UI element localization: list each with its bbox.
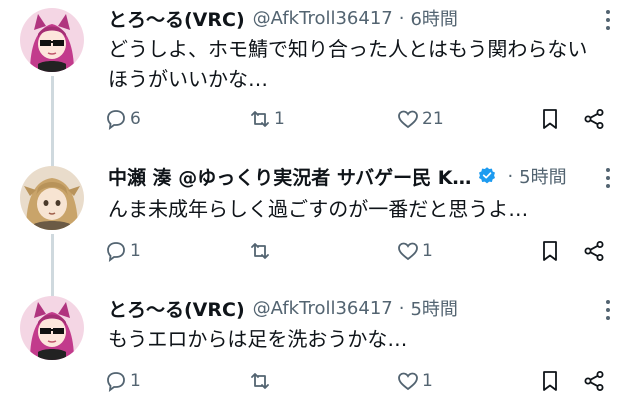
- tweet-text-line: ほうがいいかな…: [108, 67, 268, 91]
- tweet-header: 中瀬 湊 @ゆっくり実況者 サバゲー民 K… · 5時間: [108, 162, 600, 190]
- tweet-text: もうエロからは足を洗おうかな…: [108, 324, 620, 354]
- tweet-text: どうしよ、ホモ鯖で知り合った人とはもう関わらない ほうがいいかな…: [108, 34, 620, 94]
- bookmark-icon: [543, 241, 557, 261]
- avatar[interactable]: [20, 296, 84, 360]
- action-bar: 1 1: [104, 236, 624, 266]
- separator-dot: ·: [398, 7, 405, 29]
- more-icon[interactable]: [604, 168, 612, 194]
- share-icon: [584, 109, 604, 129]
- more-icon[interactable]: [604, 300, 612, 326]
- avatar-image: [20, 8, 84, 72]
- bookmark-icon: [543, 371, 557, 391]
- share-icon: [584, 241, 604, 261]
- reply-button[interactable]: 6: [104, 104, 141, 134]
- tweet-text-line: もうエロからは足を洗おうかな…: [108, 327, 408, 351]
- share-icon: [584, 371, 604, 391]
- bookmark-icon: [543, 109, 557, 129]
- retweet-button[interactable]: [248, 366, 274, 396]
- like-button[interactable]: 21: [396, 104, 444, 134]
- bookmark-button[interactable]: [538, 236, 562, 266]
- tweet-text-line: どうしよ、ホモ鯖で知り合った人とはもう関わらない: [108, 37, 588, 61]
- verified-badge-icon: [479, 167, 496, 184]
- tweet-text-line: んま未成年らしく過ごすのが一番だと思うよ…: [108, 197, 529, 221]
- reply-icon: [107, 372, 125, 392]
- like-icon: [398, 110, 418, 129]
- like-count: 21: [422, 109, 444, 129]
- display-name[interactable]: とろ〜る(VRC): [108, 295, 245, 322]
- share-button[interactable]: [582, 104, 606, 134]
- user-handle[interactable]: @AfkTroll36417: [253, 8, 393, 29]
- retweet-icon: [251, 111, 269, 127]
- tweet-text: んま未成年らしく過ごすのが一番だと思うよ…: [108, 194, 620, 224]
- like-count: 1: [422, 371, 433, 391]
- reply-count: 1: [130, 371, 141, 391]
- display-name[interactable]: とろ〜る(VRC): [108, 5, 245, 32]
- action-bar: 6 1 21: [104, 104, 624, 134]
- reply-count: 6: [130, 109, 141, 129]
- tweet-header: とろ〜る(VRC) @AfkTroll36417 · 5時間: [108, 294, 600, 322]
- avatar-image: [20, 166, 84, 230]
- reply-count: 1: [130, 241, 141, 261]
- reply-button[interactable]: 1: [104, 366, 141, 396]
- retweet-icon: [251, 373, 269, 389]
- like-button[interactable]: 1: [396, 366, 433, 396]
- tweet-header: とろ〜る(VRC) @AfkTroll36417 · 6時間: [108, 4, 600, 32]
- user-handle[interactable]: @AfkTroll36417: [253, 298, 393, 319]
- share-button[interactable]: [582, 366, 606, 396]
- like-count: 1: [422, 241, 433, 261]
- action-bar: 1 1: [104, 366, 624, 396]
- reply-icon: [107, 242, 125, 262]
- like-icon: [398, 372, 418, 391]
- retweet-button[interactable]: 1: [248, 104, 285, 134]
- tweet-1[interactable]: とろ〜る(VRC) @AfkTroll36417 · 6時間 どうしよ、ホモ鯖で…: [0, 0, 640, 150]
- display-name[interactable]: 中瀬 湊 @ゆっくり実況者 サバゲー民 K…: [108, 163, 471, 190]
- retweet-count: 1: [274, 109, 285, 129]
- share-button[interactable]: [582, 236, 606, 266]
- separator-dot: ·: [507, 165, 514, 187]
- tweet-2[interactable]: 中瀬 湊 @ゆっくり実況者 サバゲー民 K… · 5時間 んま未成年らしく過ごす…: [0, 150, 640, 278]
- avatar-image: [20, 296, 84, 360]
- timestamp[interactable]: 6時間: [410, 5, 457, 31]
- avatar[interactable]: [20, 8, 84, 72]
- timestamp[interactable]: 5時間: [410, 295, 457, 321]
- separator-dot: ·: [398, 297, 405, 319]
- avatar[interactable]: [20, 166, 84, 230]
- reply-button[interactable]: 1: [104, 236, 141, 266]
- like-icon: [398, 242, 418, 261]
- reply-icon: [107, 110, 125, 130]
- retweet-icon: [251, 243, 269, 259]
- more-icon[interactable]: [604, 10, 612, 36]
- retweet-button[interactable]: [248, 236, 274, 266]
- timestamp[interactable]: 5時間: [519, 163, 566, 189]
- tweet-3[interactable]: とろ〜る(VRC) @AfkTroll36417 · 5時間 もうエロからは足を…: [0, 278, 640, 412]
- bookmark-button[interactable]: [538, 104, 562, 134]
- bookmark-button[interactable]: [538, 366, 562, 396]
- like-button[interactable]: 1: [396, 236, 433, 266]
